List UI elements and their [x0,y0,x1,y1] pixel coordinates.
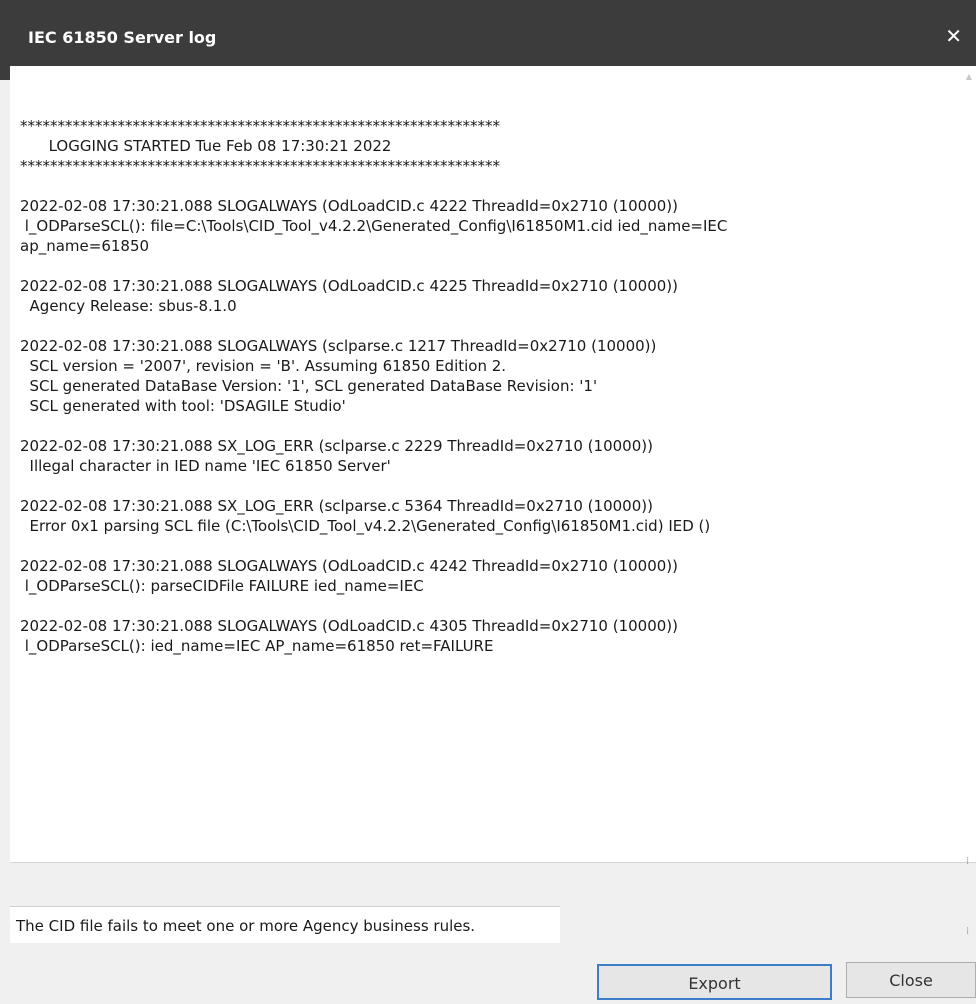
window-title: IEC 61850 Server log [28,28,217,47]
log-line: 2022-02-08 17:30:21.088 SLOGALWAYS (sclp… [20,337,657,355]
server-log-dialog: IEC 61850 Server log ✕ ▲ ***************… [0,0,976,1004]
log-line: 2022-02-08 17:30:21.088 SX_LOG_ERR (sclp… [20,497,653,515]
status-message-box: The CID file fails to meet one or more A… [10,906,560,943]
log-line: 2022-02-08 17:30:21.088 SLOGALWAYS (OdLo… [20,277,678,295]
log-entry: 2022-02-08 17:30:21.088 SLOGALWAYS (OdLo… [20,616,956,656]
log-line: Agency Release: sbus-8.1.0 [20,297,237,315]
scroll-up-arrow-icon[interactable]: ▲ [964,72,974,82]
log-banner-bottom: ****************************************… [20,157,500,175]
log-entry: 2022-02-08 17:30:21.088 SLOGALWAYS (OdLo… [20,556,956,596]
log-line: 2022-02-08 17:30:21.088 SLOGALWAYS (OdLo… [20,197,678,215]
log-banner-top: ****************************************… [20,117,500,135]
log-line: SCL version = '2007', revision = 'B'. As… [20,357,507,375]
log-line: ap_name=61850 [20,237,150,255]
log-line: SCL generated with tool: 'DSAGILE Studio… [20,397,346,415]
log-text-area[interactable]: ▲ **************************************… [10,66,976,863]
log-line: l_ODParseSCL(): file=C:\Tools\CID_Tool_v… [20,217,728,235]
log-line: 2022-02-08 17:30:21.088 SLOGALWAYS (OdLo… [20,557,678,575]
horizontal-scroll-area [10,866,976,906]
log-entry: 2022-02-08 17:30:21.088 SLOGALWAYS (OdLo… [20,276,956,316]
resize-grip-icon: ⁞ [966,926,970,937]
log-entry: 2022-02-08 17:30:21.088 SX_LOG_ERR (sclp… [20,436,956,476]
status-message: The CID file fails to meet one or more A… [16,917,476,935]
log-entry: 2022-02-08 17:30:21.088 SLOGALWAYS (sclp… [20,336,956,416]
log-line: SCL generated DataBase Version: '1', SCL… [20,377,598,395]
close-icon[interactable]: ✕ [945,26,962,46]
log-line: Illegal character in IED name 'IEC 61850… [20,457,391,475]
log-content: ****************************************… [20,116,956,676]
log-line: l_ODParseSCL(): parseCIDFile FAILURE ied… [20,577,424,595]
resize-grip-icon: ⁞ [966,856,970,867]
export-button[interactable]: Export [597,964,832,1000]
log-line: Error 0x1 parsing SCL file (C:\Tools\CID… [20,517,711,535]
log-line: l_ODParseSCL(): ied_name=IEC AP_name=618… [20,637,494,655]
log-line: 2022-02-08 17:30:21.088 SX_LOG_ERR (sclp… [20,437,653,455]
log-entry: 2022-02-08 17:30:21.088 SLOGALWAYS (OdLo… [20,196,956,256]
log-banner-text: LOGGING STARTED Tue Feb 08 17:30:21 2022 [20,137,392,155]
log-line: 2022-02-08 17:30:21.088 SLOGALWAYS (OdLo… [20,617,678,635]
close-button[interactable]: Close [846,962,976,998]
log-entry: 2022-02-08 17:30:21.088 SX_LOG_ERR (sclp… [20,496,956,536]
